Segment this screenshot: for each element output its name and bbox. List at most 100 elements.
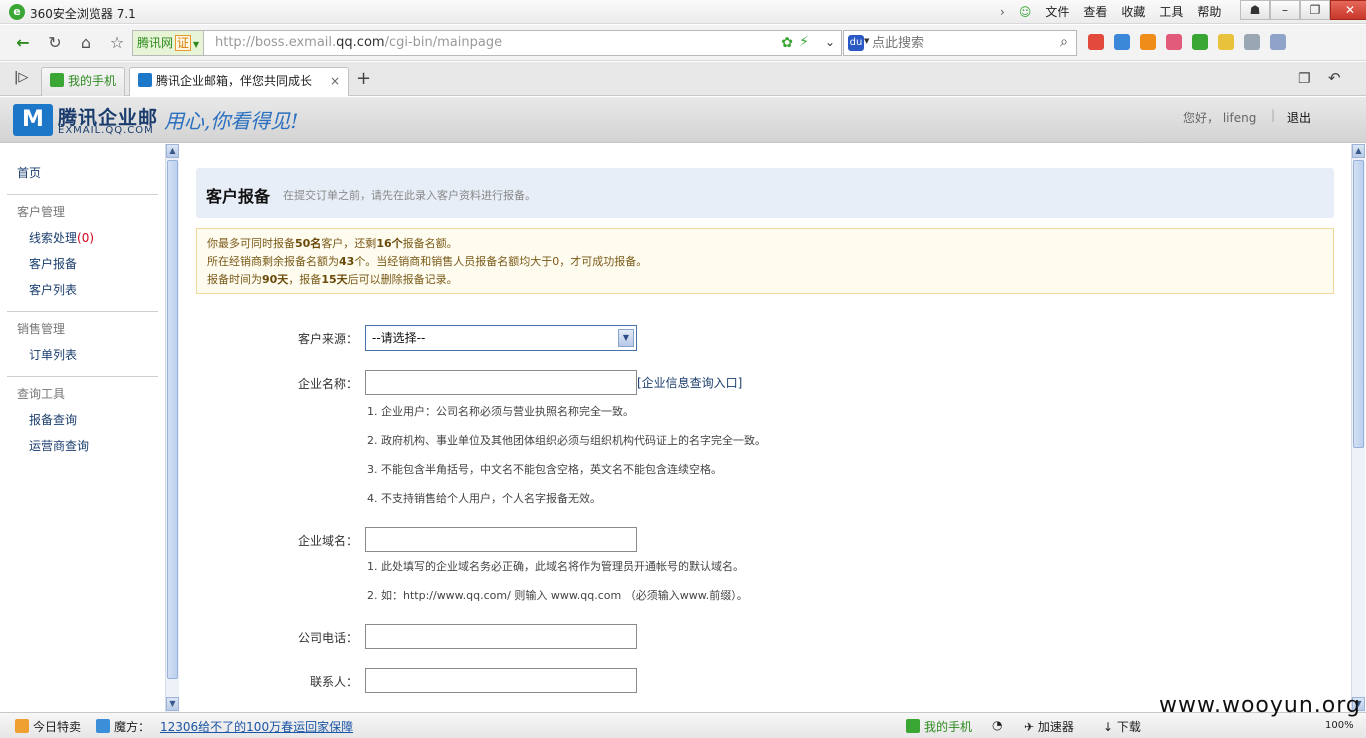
close-tab-icon[interactable]: × [330,68,340,95]
company-hint: 1. 企业用户：公司名称必须与营业执照名称完全一致。 [367,405,634,418]
notice-line-dealer: 所在经销商剩余报备名额为43个。当经销商和销售人员报备名额均大于0，才可成功报备… [207,255,648,268]
scroll-up-icon[interactable]: ▲ [1352,144,1365,158]
window-controls: ☗ – ❐ ✕ [1240,0,1366,20]
sidebar-item-customer-report[interactable]: 客户报备 [29,255,77,272]
shopping-icon[interactable] [1192,34,1208,50]
sidebar-item-home[interactable]: 首页 [17,164,41,181]
tab-exmail[interactable]: 腾讯企业邮箱，伴您共同成长 × [129,67,349,96]
maximize-button[interactable]: ❐ [1300,0,1330,20]
watermark: www.wooyun.org [1159,693,1361,718]
company-phone-input[interactable] [365,624,637,649]
domain-hint: 1. 此处填写的企业域名务必正确，此域名将作为管理员开通帐号的默认域名。 [367,560,744,573]
menu-file[interactable]: 文件 [1045,3,1069,20]
sidebar-item-report-query[interactable]: 报备查询 [29,411,77,428]
apps-icon[interactable] [1088,34,1104,50]
company-name-input[interactable] [365,370,637,395]
status-download[interactable]: ↓ 下载 [1103,718,1141,735]
address-bar[interactable]: 腾讯网证 ▼ http://boss.exmail.qq.com/cgi-bin/… [132,30,842,56]
search-engine-dropdown-icon[interactable]: ▼ [864,37,869,45]
screenshot-icon[interactable] [1244,34,1260,50]
site-certificate[interactable]: 腾讯网证 ▼ [133,31,205,55]
phone-icon [50,73,64,87]
magic-cube[interactable]: 魔方： [96,718,150,735]
search-icon[interactable]: ⌕ [1060,34,1068,50]
menu-more-icon[interactable]: › [1000,5,1005,19]
news-ticker-link[interactable]: 12306给不了的100万春运回家保障 [160,718,353,735]
sidebar-group-customer: 客户管理 [17,205,66,219]
user-greeting: 您好， lifeng [1183,111,1257,125]
zoom-level[interactable]: 100% [1325,720,1354,731]
cert-dropdown-icon: ▼ [193,40,200,49]
search-engine-icon[interactable]: du [848,35,864,51]
user-icon[interactable]: ☺ [1019,5,1032,19]
sidebar: 首页 客户管理 线索处理(0) 客户报备 客户列表 销售管理 订单列表 查询工具… [0,144,165,712]
scroll-thumb[interactable] [1353,160,1364,448]
scroll-up-icon[interactable]: ▲ [166,144,179,158]
sidebar-scrollbar[interactable]: ▲ ▼ [165,144,179,712]
scroll-thumb[interactable] [167,160,178,679]
extension-icon[interactable] [1270,34,1286,50]
source-label: 客户来源： [297,332,358,346]
weibo-icon[interactable] [1114,34,1130,50]
source-selected-value: --请选择-- [372,331,426,345]
company-label: 企业名称： [297,377,358,391]
status-my-phone[interactable]: 我的手机 [906,718,972,735]
menu-view[interactable]: 查看 [1083,3,1107,20]
quota-notice: 你最多可同时报备50名客户，还剩16个报备名额。 所在经销商剩余报备名额为43个… [196,228,1334,294]
company-hint: 4. 不支持销售给个人用户，个人名字报备无效。 [367,492,601,505]
brand-slogan: 用心,你看得见! [164,109,299,133]
scroll-down-icon[interactable]: ▼ [166,697,179,711]
search-input[interactable] [872,33,1047,53]
status-browser-icon[interactable]: ◔ [992,718,1002,732]
sidebar-divider [7,194,158,195]
leads-count: (0) [77,231,95,245]
phone-icon [906,719,920,733]
source-select[interactable]: --请选择-- ▼ [365,325,637,351]
taobao-icon[interactable] [1140,34,1156,50]
skin-icon[interactable]: ☗ [1240,0,1270,20]
header-separator: | [1271,108,1276,122]
page-header: M 腾讯企业邮 EXMAIL.QQ.COM 用心,你看得见! 您好， lifen… [0,97,1366,143]
close-window-button[interactable]: ✕ [1330,0,1366,20]
tab-my-phone[interactable]: 我的手机 [41,67,125,96]
contact-label: 联系人： [309,675,358,689]
url-dropdown-icon[interactable]: ⌄ [825,35,835,49]
mail-icon [138,73,152,87]
sidebar-item-leads[interactable]: 线索处理(0) [29,229,94,246]
minimize-button[interactable]: – [1270,0,1300,20]
domain-label: 企业域名： [297,534,358,548]
new-tab-button[interactable]: + [356,68,371,89]
tab-list-icon[interactable]: ❐ [1298,71,1311,87]
url-text[interactable]: http://boss.exmail.qq.com/cgi-bin/mainpa… [215,31,502,55]
sidebar-divider [7,311,158,312]
menu-tools[interactable]: 工具 [1159,3,1183,20]
refresh-button[interactable]: ↻ [42,31,68,55]
contact-input[interactable] [365,668,637,693]
gift-icon[interactable] [1166,34,1182,50]
status-accelerator[interactable]: ✈ 加速器 [1024,718,1074,735]
menu-favorites[interactable]: 收藏 [1121,3,1145,20]
security-check-icon[interactable]: ✿ [781,35,793,51]
domain-input[interactable] [365,527,637,552]
brand-domain: EXMAIL.QQ.COM [58,125,154,136]
menu-help[interactable]: 帮助 [1197,3,1221,20]
sidebar-toggle-icon[interactable]: |▷ [14,70,28,85]
main-scrollbar[interactable]: ▲ ▼ [1351,144,1365,712]
home-button[interactable]: ⌂ [73,31,99,55]
sidebar-item-operator-query[interactable]: 运营商查询 [29,437,89,454]
logout-link[interactable]: 退出 [1287,109,1311,126]
window-title: 360安全浏览器 7.1 [30,7,136,21]
company-info-lookup-link[interactable]: [企业信息查询入口] [637,374,742,391]
coupon-icon[interactable] [1218,34,1234,50]
daily-deals[interactable]: 今日特卖 [15,718,81,735]
sidebar-item-customer-list[interactable]: 客户列表 [29,281,77,298]
sidebar-group-sales: 销售管理 [17,322,66,336]
chevron-down-icon: ▼ [618,329,634,347]
back-button[interactable]: ← [10,31,36,55]
speed-mode-icon[interactable]: ⚡ [799,34,809,50]
sidebar-item-order-list[interactable]: 订单列表 [29,346,77,363]
favorite-star-icon[interactable]: ☆ [104,31,130,55]
window-titlebar: e 360安全浏览器 7.1 › ☺ 文件 查看 收藏 工具 帮助 ☗ – ❐ … [0,0,1366,24]
domain-hint: 2. 如：http://www.qq.com/ 则输入 www.qq.com （… [367,589,748,602]
undo-close-icon[interactable]: ↶ [1328,69,1341,87]
